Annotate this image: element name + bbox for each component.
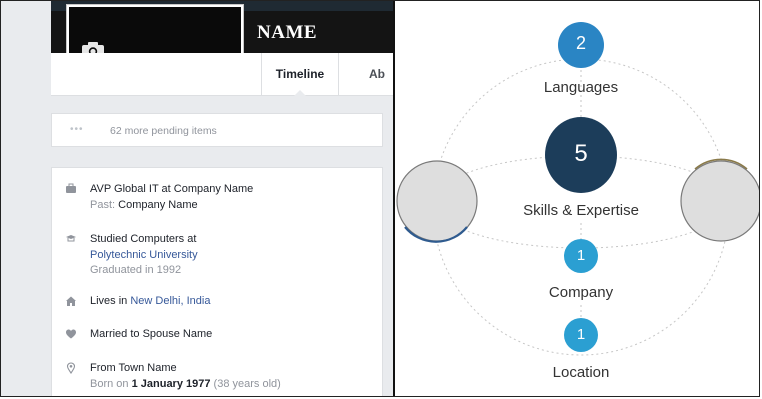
location-pin-icon	[66, 362, 76, 374]
born-prefix: Born on	[90, 377, 129, 390]
pending-items-text: 62 more pending items	[110, 125, 217, 137]
tab-timeline-label: Timeline	[275, 67, 325, 81]
screenshot-frame: NAME Timeline Ab ••• 62 more pending ite…	[0, 0, 760, 397]
tab-about[interactable]: Ab	[369, 53, 393, 95]
tab-timeline[interactable]: Timeline	[261, 53, 339, 96]
pending-items-bar[interactable]: ••• 62 more pending items	[51, 113, 383, 147]
education-line: Studied Computers at	[90, 233, 197, 245]
work-past-label: Past:	[90, 198, 116, 211]
languages-count: 2	[575, 33, 586, 53]
languages-label: Languages	[543, 79, 619, 96]
profile-tab-bar: Timeline Ab	[51, 53, 393, 96]
home-icon	[66, 296, 76, 306]
active-tab-caret	[294, 90, 306, 96]
born-date: 1 January 1977	[131, 377, 211, 390]
profile-name: NAME	[257, 22, 318, 43]
heart-icon	[66, 329, 76, 339]
connection-avatar-right[interactable]	[680, 160, 760, 242]
work-title: AVP Global IT at Company Name	[90, 183, 254, 195]
age-text: (38 years old)	[213, 377, 281, 390]
work-past-company[interactable]: Company Name	[118, 199, 197, 211]
skills-count: 5	[574, 140, 588, 167]
company-count: 1	[576, 247, 586, 264]
skills-label: Skills & Expertise	[523, 202, 639, 219]
lives-place-link[interactable]: New Delhi, India	[130, 295, 210, 307]
company-label: Company	[548, 284, 614, 301]
profile-page: NAME Timeline Ab ••• 62 more pending ite…	[1, 1, 393, 396]
intro-card: AVP Global IT at Company Name Past: Comp…	[51, 167, 383, 396]
relationship-text: Married to Spouse Name	[90, 328, 213, 340]
hometown-text: From Town Name	[90, 362, 177, 374]
briefcase-icon	[66, 183, 76, 193]
location-label: Location	[552, 364, 610, 381]
profile-network-diagram: 2 Languages 5 Skills & Expertise 1 Compa…	[395, 1, 760, 396]
graduation-cap-icon	[66, 235, 76, 242]
more-dots-icon: •••	[70, 124, 84, 135]
school-link[interactable]: Polytechnic University	[90, 248, 198, 264]
lives-prefix: Lives in	[90, 295, 128, 307]
location-count: 1	[576, 326, 586, 343]
graduation-year: Graduated in 1992	[90, 264, 182, 276]
